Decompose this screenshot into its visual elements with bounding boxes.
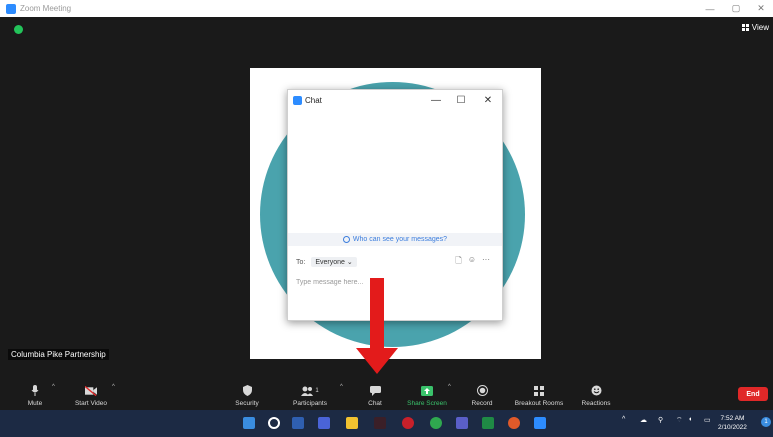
who-can-see-messages-link[interactable]: Who can see your messages? [288,233,502,246]
title-bar: Zoom Meeting — ▢ ✕ [0,0,773,17]
more-options-icon[interactable]: ··· [482,255,490,269]
chat-window: Chat — ☐ ✕ Who can see your messages? To… [287,89,503,321]
video-options-caret-icon[interactable]: ^ [112,384,115,390]
chat-title: Chat [305,95,322,105]
volume-icon[interactable]: ◖ [688,416,692,423]
share-screen-icon [421,385,433,396]
zoom-window: Zoom Meeting — ▢ ✕ View Columbia Pike Pa… [0,0,773,437]
zoom-chat-logo-icon [293,95,302,105]
chrome-browser-icon[interactable] [430,417,442,429]
chat-minimize-button[interactable]: — [428,92,444,108]
start-video-button[interactable]: Start Video [70,378,112,410]
chat-button[interactable]: Chat [362,378,388,410]
recipient-dropdown[interactable]: Everyone ⌄ [311,257,357,267]
share-screen-label: Share Screen [407,400,447,407]
windows-taskbar: ^ ☁ ⚲ ⌔ ◖ ▭ 7:52 AM 2/10/2022 1 [0,410,773,437]
reactions-label: Reactions [581,400,611,407]
notification-badge[interactable]: 1 [761,417,771,427]
security-label: Security [235,400,259,407]
chat-title-bar: Chat — ☐ ✕ [288,90,502,110]
to-label: To: [296,258,306,266]
encryption-shield-icon[interactable] [14,25,23,34]
participants-count: 1 [315,387,319,394]
chat-close-button[interactable]: ✕ [480,92,496,108]
chat-label: Chat [368,400,382,407]
view-label: View [751,23,769,32]
chat-bubble-icon [369,385,381,396]
mute-button[interactable]: Mute [22,378,48,410]
maximize-window-button[interactable]: ▢ [725,0,747,17]
breakout-rooms-button[interactable]: Breakout Rooms [510,378,568,410]
reactions-button[interactable]: Reactions [578,378,614,410]
minimize-window-button[interactable]: — [699,0,721,17]
breakout-rooms-label: Breakout Rooms [514,400,564,407]
zoom-logo-icon [6,3,16,14]
usb-icon[interactable]: ⚲ [658,416,663,424]
chat-message-input[interactable] [296,275,496,289]
who-can-see-label: Who can see your messages? [352,236,448,243]
share-screen-button[interactable]: Share Screen [404,378,450,410]
participants-label: Participants [293,400,327,407]
meeting-toolbar: Mute ^ Start Video ^ Security 1 Particip… [0,378,773,410]
chat-maximize-button[interactable]: ☐ [453,92,469,108]
video-off-icon [85,385,97,396]
record-icon [476,385,488,396]
firefox-icon[interactable] [508,417,520,429]
participant-name-label: Columbia Pike Partnership [8,349,109,360]
chat-app-icon[interactable] [318,417,330,429]
taskbar-clock[interactable]: 7:52 AM 2/10/2022 [718,414,747,432]
security-button[interactable]: Security [232,378,262,410]
clock-time: 7:52 AM [720,415,745,422]
opera-browser-icon[interactable] [402,417,414,429]
recipient-row: To: Everyone ⌄ 🗋 ☺ ··· [296,255,496,269]
record-button[interactable]: Record [466,378,498,410]
windows-start-icon[interactable] [243,417,255,429]
close-window-button[interactable]: ✕ [750,0,772,17]
clock-date: 2/10/2022 [718,424,747,431]
app-icon[interactable] [374,417,386,429]
search-icon[interactable] [268,417,280,429]
start-video-label: Start Video [74,400,108,407]
file-icon[interactable]: 🗋 [455,255,461,269]
participants-options-caret-icon[interactable]: ^ [340,384,343,390]
teams-icon[interactable] [456,417,468,429]
emoji-icon[interactable]: ☺ [468,255,476,269]
file-explorer-icon[interactable] [346,417,358,429]
zoom-taskbar-icon[interactable] [534,417,546,429]
mute-label: Mute [27,400,43,407]
share-options-caret-icon[interactable]: ^ [448,384,451,390]
shield-icon [241,385,253,396]
chat-action-icons: 🗋 ☺ ··· [455,255,490,269]
window-title: Zoom Meeting [20,4,72,13]
grid-icon [741,24,749,31]
cloud-icon[interactable]: ☁ [640,416,647,424]
microphone-icon [29,385,41,396]
excel-icon[interactable] [482,417,494,429]
battery-icon[interactable]: ▭ [704,416,711,424]
participants-icon: 1 [300,385,320,396]
breakout-rooms-icon [533,385,545,396]
audio-options-caret-icon[interactable]: ^ [52,384,55,390]
red-arrow-shaft [370,278,384,350]
reactions-smiley-icon [590,385,602,396]
record-label: Record [471,400,493,407]
participants-button[interactable]: 1 Participants [288,378,332,410]
end-meeting-button[interactable]: End [738,387,768,401]
wifi-icon[interactable]: ⌔ [676,416,683,425]
task-view-icon[interactable] [292,417,304,429]
view-button[interactable]: View [741,23,769,32]
tray-chevron-icon[interactable]: ^ [622,416,625,423]
people-icon [342,236,350,243]
red-arrow-head-icon [356,348,398,374]
